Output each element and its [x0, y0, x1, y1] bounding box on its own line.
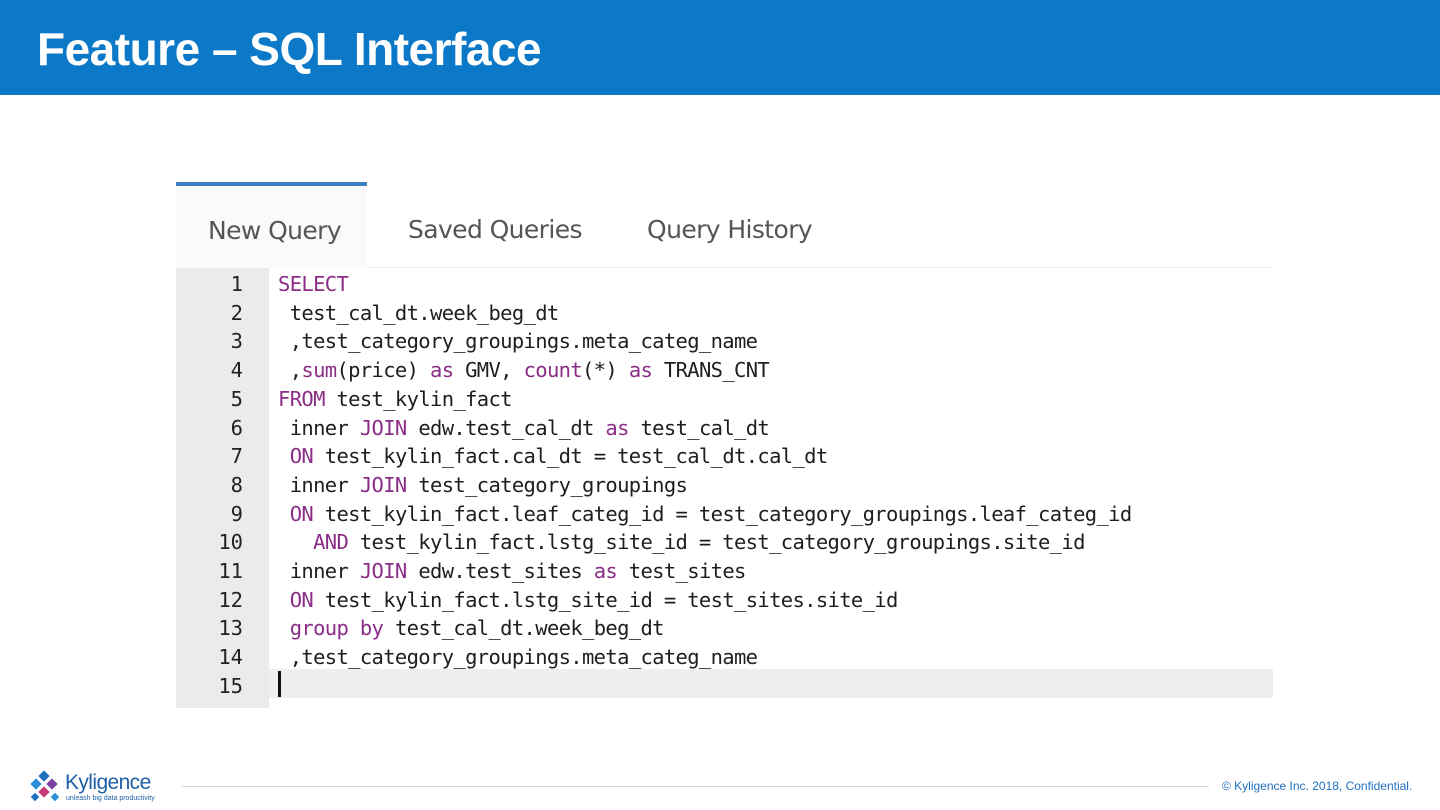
line-number: 2	[230, 300, 243, 325]
sql-text: TRANS_CNT	[652, 358, 770, 383]
tab-query-history[interactable]: Query History	[647, 185, 813, 268]
sql-text: edw.test_sites	[406, 559, 594, 583]
sql-keyword: sum	[301, 358, 337, 383]
code-line[interactable]: test_cal_dt.week_beg_dt	[278, 299, 560, 328]
code-line[interactable]: SELECT	[278, 270, 349, 299]
sql-text: test_sites	[617, 559, 747, 583]
sql-text: test_kylin_fact.lstg_site_id = test_site…	[313, 587, 899, 612]
sql-text: test_cal_dt.week_beg_dt	[278, 300, 560, 325]
sql-text: test_cal_dt.week_beg_dt	[383, 616, 665, 641]
sql-text: ,test_category_groupings.meta_categ_name	[278, 645, 758, 670]
tab-saved-queries[interactable]: Saved Queries	[408, 185, 583, 268]
line-number-gutter: 1 2 3 4 5 6 7 8 9 10 11 12 13 14 15	[176, 268, 269, 708]
sql-editor[interactable]: 1 2 3 4 5 6 7 8 9 10 11 12 13 14 15 SELECT test_cal_dt…	[176, 268, 1273, 708]
sql-text: (*)	[582, 358, 629, 383]
query-panel: New Query Saved Queries Query History 12…	[176, 182, 1273, 708]
code-line[interactable]: ON test_kylin_fact.leaf_categ_id = test_…	[278, 500, 1132, 529]
sql-keyword: as	[430, 358, 454, 383]
active-line-highlight	[269, 669, 1273, 698]
sql-keyword: ON	[289, 587, 314, 612]
sql-keyword: as	[628, 358, 653, 383]
sql-text: test_category_groupings	[406, 472, 688, 497]
slide-header: Feature – SQL Interface	[0, 0, 1440, 95]
copyright-notice: © Kyligence Inc. 2018, Confidential.	[1222, 779, 1413, 793]
code-line[interactable]: group by test_cal_dt.week_beg_dt	[278, 614, 665, 643]
line-number: 3	[230, 329, 243, 354]
sql-keyword: ON	[289, 444, 314, 469]
logo-mark-icon	[30, 770, 60, 802]
line-number: 11	[218, 559, 243, 583]
sql-text: test_kylin_fact.lstg_site_id = test_cate…	[348, 530, 1086, 555]
code-line[interactable]: inner JOIN edw.test_sites as test_sites	[278, 557, 747, 586]
line-number: 1	[230, 272, 243, 296]
line-number: 15	[218, 673, 243, 698]
sql-text: test_kylin_fact.cal_dt = test_cal_dt.cal…	[313, 444, 828, 469]
line-number: 6	[230, 415, 243, 440]
code-line[interactable]: ,test_category_groupings.meta_categ_name	[278, 327, 758, 356]
logo-wordmark: Kyligence	[65, 771, 151, 794]
line-number: 9	[230, 501, 243, 526]
sql-text: ,test_category_groupings.meta_categ_name	[278, 329, 758, 354]
sql-text: inner	[278, 472, 360, 497]
tab-new-query[interactable]: New Query	[176, 182, 367, 268]
line-number: 12	[218, 587, 243, 612]
logo-tagline: unleash big data productivity	[66, 795, 155, 802]
code-line[interactable]: ,test_category_groupings.meta_categ_name	[278, 643, 758, 672]
line-number: 4	[230, 358, 243, 383]
slide-title: Feature – SQL Interface	[37, 23, 542, 75]
code-line[interactable]: ,sum(price) as GMV, count(*) as TRANS_CN…	[278, 356, 770, 385]
sql-keyword: count	[523, 358, 583, 383]
sql-keyword: ON	[289, 501, 314, 526]
query-tabs: New Query Saved Queries Query History	[176, 182, 1273, 268]
text-cursor	[278, 671, 281, 697]
sql-keyword: AND	[313, 530, 349, 555]
sql-keyword: group by	[289, 616, 384, 641]
sql-keyword: FROM	[278, 386, 325, 411]
code-line[interactable]: FROM test_kylin_fact	[278, 385, 513, 414]
line-number: 8	[230, 472, 243, 497]
line-number: 13	[218, 616, 243, 641]
footer-divider	[182, 786, 1209, 787]
sql-text: ,	[278, 358, 302, 383]
code-line[interactable]: inner JOIN edw.test_cal_dt as test_cal_d…	[278, 414, 770, 443]
sql-keyword: as	[593, 559, 618, 583]
line-number: 5	[230, 386, 243, 411]
code-line[interactable]: ON test_kylin_fact.cal_dt = test_cal_dt.…	[278, 442, 828, 471]
code-line[interactable]: AND test_kylin_fact.lstg_site_id = test_…	[278, 528, 1085, 557]
line-number: 7	[230, 444, 243, 469]
sql-keyword: SELECT	[278, 272, 349, 296]
line-number: 10	[218, 530, 243, 555]
sql-keyword: as	[605, 415, 629, 440]
line-number: 14	[218, 645, 243, 670]
sql-text: test_kylin_fact	[324, 386, 512, 411]
sql-text: test_kylin_fact.leaf_categ_id = test_cat…	[313, 501, 1132, 526]
sql-text: (price)	[336, 358, 431, 383]
sql-text: inner	[278, 415, 360, 440]
sql-keyword: JOIN	[359, 559, 407, 583]
sql-text: GMV,	[453, 358, 524, 383]
sql-text: test_cal_dt	[628, 415, 770, 440]
sql-keyword: JOIN	[359, 415, 407, 440]
sql-text: inner	[278, 559, 360, 583]
sql-keyword: JOIN	[359, 472, 407, 497]
code-line[interactable]: ON test_kylin_fact.lstg_site_id = test_s…	[278, 586, 899, 615]
sql-text: edw.test_cal_dt	[406, 415, 606, 440]
code-line[interactable]: inner JOIN test_category_groupings	[278, 471, 688, 500]
kyligence-logo: Kyligence unleash big data productivity	[28, 770, 168, 806]
